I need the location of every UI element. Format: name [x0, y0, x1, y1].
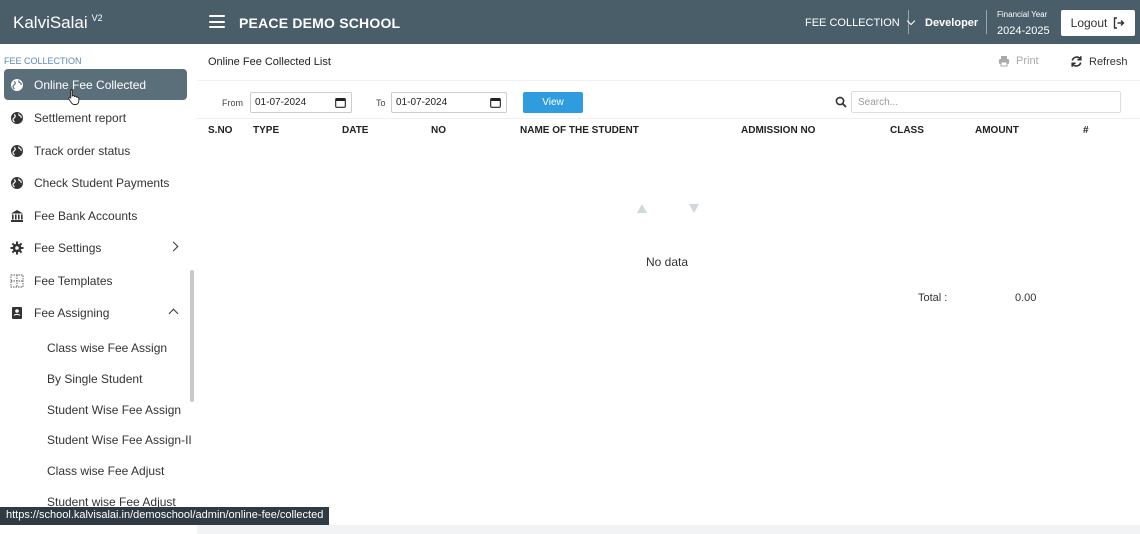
globe-icon — [10, 111, 24, 125]
column-header-actions: # — [1083, 125, 1089, 136]
column-header-type[interactable]: TYPE — [253, 125, 279, 136]
globe-icon — [10, 78, 24, 92]
loading-indicator — [637, 204, 647, 213]
brand-version: V2 — [91, 13, 103, 24]
divider — [908, 10, 909, 34]
sidebar-subitem-student-wise-fee-assign-ii[interactable]: Student Wise Fee Assign-II — [47, 433, 192, 447]
print-label: Print — [1016, 55, 1039, 67]
sidebar-item-check-student-payments[interactable]: Check Student Payments — [4, 167, 187, 198]
sidebar-item-label: Check Student Payments — [34, 175, 170, 190]
school-name: PEACE DEMO SCHOOL — [239, 15, 401, 31]
sidebar-item-fee-settings[interactable]: Fee Settings — [4, 232, 187, 263]
chevron-right-icon — [168, 241, 179, 252]
sidebar-subitem-student-wise-fee-assign[interactable]: Student Wise Fee Assign — [47, 403, 181, 417]
divider — [197, 80, 1140, 81]
total-label: Total : — [918, 292, 948, 304]
sidebar-subitem-class-wise-fee-assign[interactable]: Class wise Fee Assign — [47, 341, 167, 355]
financial-year-value[interactable]: 2024-2025 — [997, 25, 1050, 37]
sidebar-item-label: Track order status — [34, 143, 131, 158]
sidebar-item-fee-assigning[interactable]: Fee Assigning — [4, 297, 187, 328]
sidebar-scrollbar[interactable] — [190, 270, 194, 402]
sidebar-item-label: Online Fee Collected — [34, 77, 147, 92]
column-header-no[interactable]: NO — [431, 125, 446, 136]
sidebar-item-online-fee-collected[interactable]: Online Fee Collected — [4, 69, 187, 100]
calendar-icon[interactable] — [490, 97, 501, 108]
column-header-class[interactable]: CLASS — [890, 125, 924, 136]
view-button[interactable]: View — [523, 92, 583, 113]
gear-icon — [10, 241, 24, 255]
sidebar-subitem-class-wise-fee-adjust[interactable]: Class wise Fee Adjust — [47, 464, 164, 478]
footer-strip — [197, 525, 1140, 534]
calendar-icon[interactable] — [335, 97, 346, 108]
cursor-hand-icon — [68, 89, 80, 105]
sidebar-item-label: Fee Bank Accounts — [34, 208, 138, 223]
table-header: S.NO TYPE DATE NO NAME OF THE STUDENT AD… — [197, 118, 1140, 142]
printer-icon — [999, 56, 1009, 67]
menu-toggle-icon[interactable] — [209, 15, 225, 28]
sidebar-item-fee-templates[interactable]: Fee Templates — [4, 265, 187, 296]
column-header-amount[interactable]: AMOUNT — [975, 125, 1019, 136]
sidebar-item-fee-bank-accounts[interactable]: Fee Bank Accounts — [4, 200, 187, 231]
column-header-student-name[interactable]: NAME OF THE STUDENT — [520, 125, 639, 136]
print-button[interactable]: Print — [998, 55, 1039, 67]
to-date-input[interactable]: 01-07-2024 — [391, 92, 507, 113]
from-date-input[interactable]: 01-07-2024 — [250, 92, 352, 113]
grid-icon — [10, 274, 24, 288]
financial-year-label: Financial Year — [997, 10, 1048, 19]
main-content: Online Fee Collected List Print Refresh … — [197, 44, 1140, 525]
page-title: Online Fee Collected List — [208, 56, 331, 68]
chevron-up-icon — [168, 308, 179, 319]
user-name[interactable]: Developer — [925, 17, 978, 29]
sidebar-section-title: FEE COLLECTION — [4, 56, 82, 66]
sidebar-item-label: Settlement report — [34, 110, 127, 125]
sidebar-subitem-by-single-student[interactable]: By Single Student — [47, 372, 142, 386]
sidebar-item-settlement-report[interactable]: Settlement report — [4, 102, 187, 133]
sidebar-item-label: Fee Assigning — [34, 305, 110, 320]
sidebar-item-label: Fee Settings — [34, 240, 102, 255]
logout-icon — [1114, 17, 1125, 29]
to-date-value: 01-07-2024 — [396, 97, 448, 108]
refresh-button[interactable]: Refresh — [1070, 55, 1128, 68]
top-bar: KalviSalai V2 PEACE DEMO SCHOOL FEE COLLE… — [0, 0, 1140, 44]
module-label: FEE COLLECTION — [805, 17, 900, 29]
from-date-value: 01-07-2024 — [255, 97, 307, 108]
status-bar-url: https://school.kalvisalai.in/demoschool/… — [0, 507, 330, 525]
book-icon — [10, 306, 24, 320]
brand-name: KalviSalai — [13, 13, 88, 32]
logout-label: Logout — [1070, 16, 1108, 30]
from-label: From — [222, 98, 243, 108]
bank-icon — [10, 209, 24, 223]
module-dropdown[interactable]: FEE COLLECTION — [805, 16, 915, 29]
refresh-icon — [1071, 56, 1082, 67]
column-header-admission-no[interactable]: ADMISSION NO — [741, 125, 815, 136]
sidebar: FEE COLLECTION Online Fee Collected Sett… — [0, 44, 197, 534]
column-header-date[interactable]: DATE — [342, 125, 368, 136]
search-icon — [835, 96, 847, 108]
search-input[interactable]: Search... — [851, 91, 1121, 113]
divider — [986, 10, 987, 34]
sidebar-item-label: Fee Templates — [34, 273, 113, 288]
to-label: To — [376, 98, 386, 108]
loading-indicator — [689, 204, 699, 213]
total-value: 0.00 — [1015, 292, 1037, 304]
empty-state-text: No data — [646, 255, 689, 269]
sidebar-item-track-order-status[interactable]: Track order status — [4, 135, 187, 166]
column-header-sno[interactable]: S.NO — [208, 125, 232, 136]
logout-button[interactable]: Logout — [1061, 10, 1135, 36]
globe-icon — [10, 176, 24, 190]
globe-icon — [10, 144, 24, 158]
brand-logo[interactable]: KalviSalai V2 — [13, 13, 103, 33]
refresh-label: Refresh — [1089, 55, 1128, 68]
